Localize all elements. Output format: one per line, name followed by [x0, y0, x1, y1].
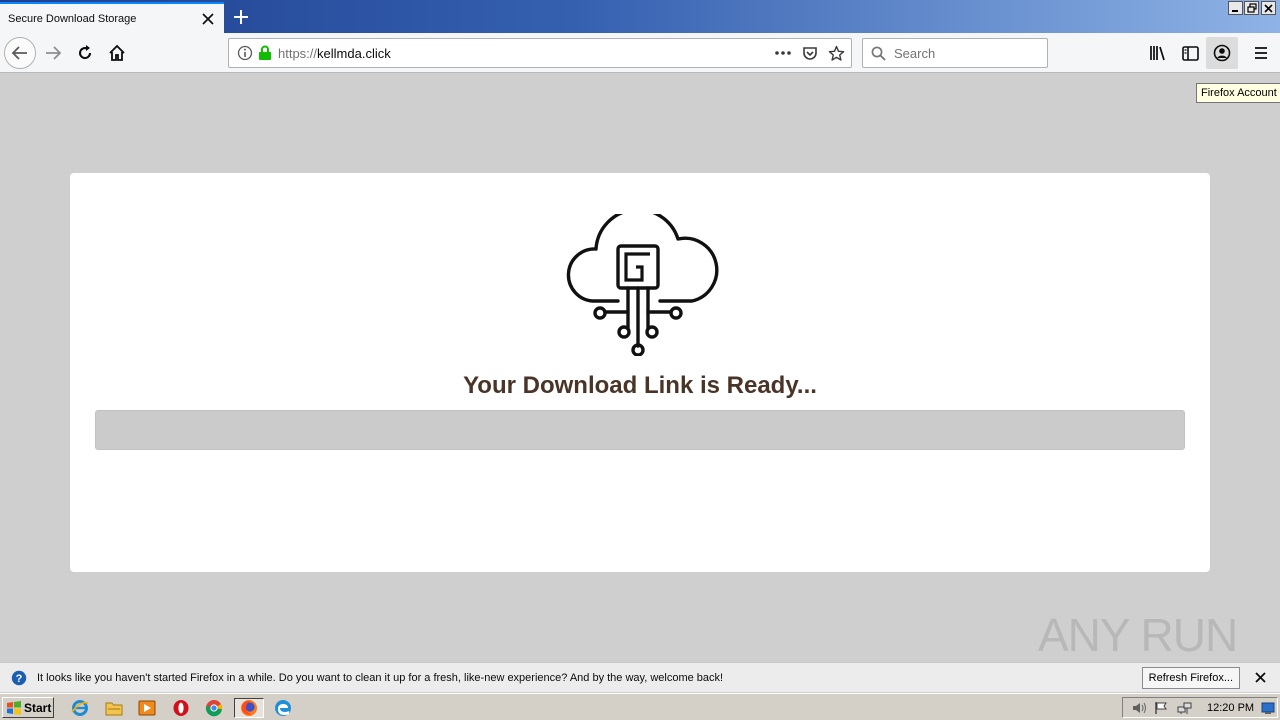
new-tab-button[interactable] [228, 4, 254, 30]
volume-icon[interactable] [1131, 701, 1147, 715]
back-arrow-icon [11, 46, 27, 60]
reload-button[interactable] [69, 37, 101, 69]
window-close-button[interactable] [1261, 1, 1276, 15]
url-bar[interactable]: https://kellmda.click [228, 38, 852, 68]
firefox-icon[interactable] [234, 698, 264, 718]
library-button[interactable] [1142, 37, 1174, 69]
home-button[interactable] [101, 37, 133, 69]
restore-button[interactable] [1244, 1, 1259, 15]
media-player-icon[interactable] [136, 698, 158, 718]
network-icon[interactable] [1177, 701, 1193, 715]
question-icon: ? [11, 670, 27, 686]
show-desktop-icon[interactable] [1261, 701, 1275, 715]
clock[interactable]: 12:20 PM [1207, 702, 1254, 714]
menu-button[interactable] [1245, 37, 1277, 69]
taskbar: Start 12:20 PM [0, 693, 1280, 720]
refresh-firefox-button[interactable]: Refresh Firefox... [1141, 666, 1240, 689]
sidebar-icon [1181, 45, 1199, 61]
start-label: Start [24, 700, 52, 715]
cloud-circuit-icon [566, 214, 719, 356]
tab-title: Secure Download Storage [8, 12, 137, 25]
close-icon[interactable] [196, 7, 220, 31]
search-input[interactable]: Search [862, 38, 1048, 68]
firefox-account-button[interactable] [1206, 37, 1238, 69]
search-placeholder: Search [894, 45, 936, 61]
close-icon[interactable] [1250, 668, 1270, 688]
edge-icon[interactable] [272, 698, 294, 718]
page-actions-icon[interactable] [774, 50, 792, 56]
back-button[interactable] [4, 37, 36, 69]
forward-button[interactable] [37, 37, 69, 69]
explorer-icon[interactable] [103, 698, 125, 718]
svg-text:?: ? [16, 673, 23, 685]
forward-arrow-icon [46, 46, 62, 60]
navigation-toolbar: https://kellmda.click Search [0, 33, 1280, 73]
bookmark-star-icon[interactable] [828, 45, 845, 62]
opera-icon[interactable] [170, 698, 192, 718]
watermark-text: ANY RUN [1038, 609, 1238, 661]
minimize-button[interactable] [1228, 1, 1243, 15]
sidebar-button[interactable] [1174, 37, 1206, 69]
url-text[interactable]: https://kellmda.click [278, 46, 774, 61]
url-protocol: https:// [278, 45, 318, 61]
tooltip: Firefox Account [1196, 83, 1280, 103]
tab-active[interactable]: Secure Download Storage [0, 2, 224, 33]
start-button[interactable]: Start [2, 697, 54, 718]
page-headline: Your Download Link is Ready... [463, 372, 817, 399]
home-icon [109, 44, 125, 61]
account-icon [1213, 44, 1231, 62]
ie-icon[interactable] [69, 698, 91, 718]
action-center-flag-icon[interactable] [1154, 701, 1168, 715]
notification-message: It looks like you haven't started Firefo… [37, 671, 724, 684]
library-icon [1150, 46, 1165, 61]
windows-logo-icon [7, 700, 21, 715]
tab-strip: Secure Download Storage [0, 0, 1280, 33]
info-icon[interactable] [237, 45, 253, 61]
notification-bar: ? It looks like you haven't started Fire… [0, 662, 1280, 692]
pocket-icon[interactable] [802, 45, 818, 61]
reload-icon [79, 45, 92, 60]
system-tray: 12:20 PM [1122, 697, 1278, 718]
anyrun-watermark: ANY RUN [1038, 608, 1238, 662]
chrome-icon[interactable] [203, 698, 225, 718]
hamburger-menu-icon [1255, 47, 1267, 59]
download-progress-bar [95, 410, 1185, 450]
url-host: kellmda.click [317, 45, 391, 61]
search-icon [871, 46, 886, 61]
lock-icon[interactable] [258, 45, 272, 61]
